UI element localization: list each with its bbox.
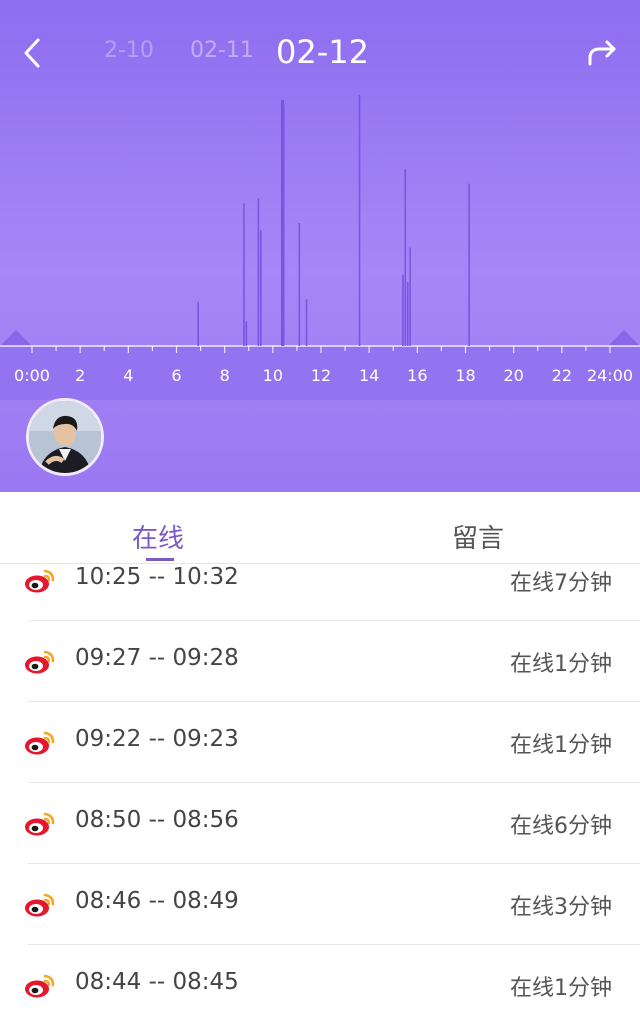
list-item[interactable]: 09:22 -- 09:23 在线1分钟 bbox=[0, 702, 640, 783]
chevron-left-icon bbox=[24, 38, 40, 68]
avatar[interactable] bbox=[26, 398, 104, 476]
session-time: 08:50 -- 08:56 bbox=[75, 807, 239, 833]
timeline-tick-label: 20 bbox=[503, 366, 523, 385]
timeline-tick-label: 8 bbox=[220, 366, 230, 385]
session-duration: 在线1分钟 bbox=[510, 733, 612, 758]
session-duration: 在线1分钟 bbox=[510, 652, 612, 677]
timeline-tick-label: 2 bbox=[75, 366, 85, 385]
tab-active-indicator bbox=[146, 558, 174, 561]
timeline-tick-label: 6 bbox=[171, 366, 181, 385]
session-duration: 在线6分钟 bbox=[510, 814, 612, 839]
timeline-tick-label: 14 bbox=[359, 366, 379, 385]
weibo-icon bbox=[24, 893, 55, 918]
back-button[interactable] bbox=[16, 34, 50, 72]
weibo-icon bbox=[24, 812, 55, 837]
session-time: 08:46 -- 08:49 bbox=[75, 888, 239, 914]
session-list[interactable]: 10:25 -- 10:32 在线7分钟 09:27 -- 09:28 在线1分… bbox=[0, 564, 640, 1018]
timeline-start-marker bbox=[0, 330, 32, 346]
session-time: 09:27 -- 09:28 bbox=[75, 645, 239, 671]
session-duration: 在线3分钟 bbox=[510, 895, 612, 920]
timeline-end-marker bbox=[608, 330, 640, 346]
weibo-icon bbox=[24, 731, 55, 756]
timeline-tick-label: 18 bbox=[455, 366, 475, 385]
session-time: 08:44 -- 08:45 bbox=[75, 969, 239, 995]
session-time: 10:25 -- 10:32 bbox=[75, 564, 239, 590]
timeline-tick-label: 10 bbox=[263, 366, 283, 385]
session-time: 09:22 -- 09:23 bbox=[75, 726, 239, 752]
list-item[interactable]: 08:46 -- 08:49 在线3分钟 bbox=[0, 864, 640, 945]
tab-online[interactable]: 在线 bbox=[132, 518, 184, 555]
tab-bar: 在线 留言 bbox=[0, 492, 640, 564]
list-item[interactable]: 09:27 -- 09:28 在线1分钟 bbox=[0, 621, 640, 702]
timeline-tick-label: 24:00 bbox=[587, 366, 633, 385]
list-item[interactable]: 10:25 -- 10:32 在线7分钟 bbox=[0, 564, 640, 621]
date-tab-prev1[interactable]: 02-11 bbox=[190, 38, 254, 63]
weibo-icon bbox=[24, 974, 55, 999]
avatar-photo bbox=[29, 401, 101, 473]
timeline-tick-label: 12 bbox=[311, 366, 331, 385]
timeline-tick-label: 22 bbox=[552, 366, 572, 385]
share-button[interactable] bbox=[582, 34, 622, 72]
header: 0:00 2 4 6 8 10 12 14 16 18 20 22 24:00 2-10 02-11 0… bbox=[0, 0, 640, 492]
timeline-tick-label: 4 bbox=[123, 366, 133, 385]
date-tab-current[interactable]: 02-12 bbox=[276, 33, 369, 71]
timeline-tick-label: 16 bbox=[407, 366, 427, 385]
share-icon bbox=[588, 40, 616, 66]
timeline-tick-label: 0:00 bbox=[14, 366, 50, 385]
weibo-icon bbox=[24, 569, 55, 594]
weibo-icon bbox=[24, 650, 55, 675]
session-duration: 在线1分钟 bbox=[510, 976, 612, 1001]
list-item[interactable]: 08:50 -- 08:56 在线6分钟 bbox=[0, 783, 640, 864]
session-duration: 在线7分钟 bbox=[510, 571, 612, 596]
tab-message[interactable]: 留言 bbox=[452, 518, 504, 555]
list-item[interactable]: 08:44 -- 08:45 在线1分钟 bbox=[0, 945, 640, 1018]
date-tab-prev2[interactable]: 2-10 bbox=[104, 38, 154, 63]
